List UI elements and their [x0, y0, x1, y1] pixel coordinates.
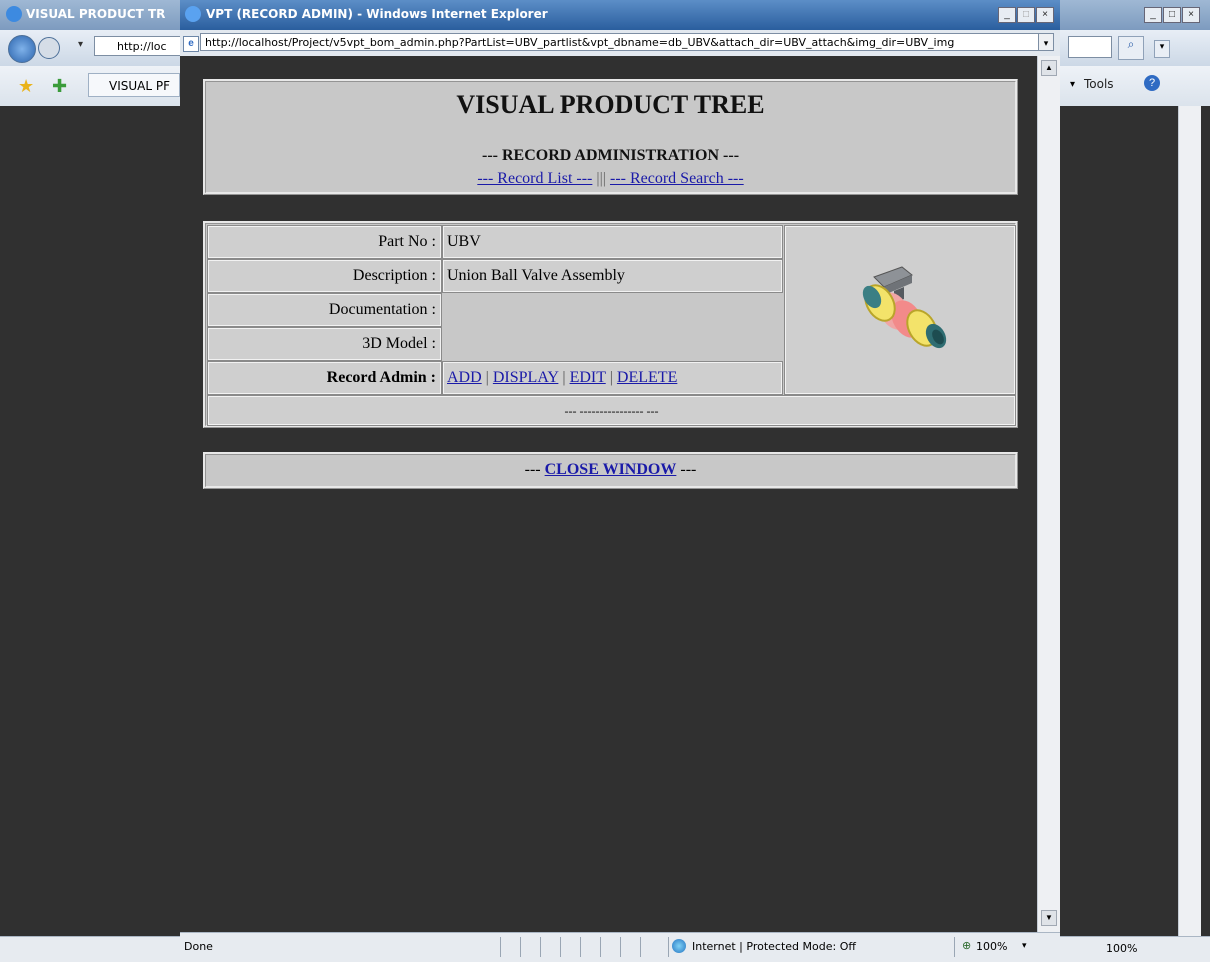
record-list-link[interactable]: --- Record List --- [477, 170, 592, 187]
popup-title-bar: VPT (RECORD ADMIN) - Windows Internet Ex… [180, 0, 1060, 30]
ie-logo-icon [185, 6, 201, 22]
part-no-label: Part No : [208, 226, 441, 258]
documentation-label: Documentation : [208, 294, 441, 326]
model-label: 3D Model : [208, 328, 441, 360]
popup-address-field[interactable]: http://localhost/Project/v5vpt_bom_admin… [200, 33, 1054, 51]
popup-window-title: VPT (RECORD ADMIN) - Windows Internet Ex… [206, 7, 548, 21]
maximize-button[interactable]: □ [1163, 7, 1181, 23]
ie-logo-icon [6, 6, 22, 22]
page-menu-arrow-icon[interactable]: ▾ [1070, 79, 1075, 90]
edit-link[interactable]: EDIT [570, 369, 606, 386]
description-value: Union Ball Valve Assembly [443, 260, 782, 292]
status-text: Done [184, 940, 213, 953]
internet-zone-icon [672, 939, 686, 953]
background-address-bar[interactable]: http://loc [94, 36, 194, 56]
background-tab[interactable]: VISUAL PF [88, 73, 180, 97]
tools-menu[interactable]: Tools [1084, 77, 1114, 91]
popup-browser-window: VPT (RECORD ADMIN) - Windows Internet Ex… [180, 0, 1060, 961]
union-ball-valve-image [852, 263, 952, 355]
back-arrow-icon[interactable] [8, 35, 36, 63]
close-suffix: --- [680, 461, 696, 478]
nav-separator: ||| [596, 170, 606, 187]
background-zoom-level[interactable]: 100% [1106, 942, 1137, 955]
record-admin-actions: ADD | DISPLAY | EDIT | DELETE [443, 362, 782, 394]
background-window-title: VISUAL PRODUCT TR [26, 7, 165, 21]
action-separator: | [486, 369, 489, 386]
part-no-value: UBV [443, 226, 782, 258]
record-footer: --- ---------------- --- [208, 396, 1015, 425]
action-separator: | [562, 369, 565, 386]
close-window-row: --- CLOSE WINDOW --- [206, 461, 1015, 479]
documentation-model-value [443, 294, 782, 360]
address-dropdown-icon[interactable]: ▾ [1038, 33, 1054, 51]
add-favorites-icon[interactable]: ✚ [52, 76, 67, 97]
zoom-dropdown-icon[interactable]: ▾ [1022, 940, 1027, 951]
page-title: VISUAL PRODUCT TREE [206, 90, 1015, 120]
header-nav-links: --- Record List --- ||| --- Record Searc… [206, 170, 1015, 188]
part-image-cell [785, 226, 1015, 394]
close-window-panel: --- CLOSE WINDOW --- [203, 452, 1018, 489]
search-icon[interactable]: ⌕ [1118, 36, 1144, 60]
popup-scrollbar[interactable]: ▲ ▼ [1037, 56, 1060, 932]
delete-link[interactable]: DELETE [617, 369, 677, 386]
display-link[interactable]: DISPLAY [493, 369, 559, 386]
popup-zoom-level[interactable]: 100% [976, 940, 1007, 953]
page-icon: e [183, 36, 199, 52]
minimize-button[interactable]: _ [998, 7, 1016, 23]
scroll-up-icon[interactable]: ▲ [1041, 60, 1057, 76]
description-label: Description : [208, 260, 441, 292]
maximize-button: □ [1017, 7, 1035, 23]
zoom-icon: ⊕ [962, 939, 971, 952]
scroll-down-icon[interactable]: ▼ [1041, 910, 1057, 926]
record-search-link[interactable]: --- Record Search --- [610, 170, 744, 187]
record-panel: Part No : UBV Description : Union Ball V… [203, 221, 1018, 428]
popup-status-bar: Done Internet | Protected Mode: Off ⊕ 10… [180, 932, 1060, 962]
security-zone-text[interactable]: Internet | Protected Mode: Off [692, 940, 856, 953]
action-separator: | [610, 369, 613, 386]
help-icon[interactable]: ? [1144, 75, 1160, 91]
close-prefix: --- [525, 461, 541, 478]
add-link[interactable]: ADD [447, 369, 482, 386]
forward-arrow-icon[interactable] [38, 37, 60, 59]
minimize-button[interactable]: _ [1144, 7, 1162, 23]
popup-page-content: VISUAL PRODUCT TREE --- RECORD ADMINISTR… [180, 56, 1037, 932]
search-options-icon[interactable]: ▾ [1154, 40, 1170, 58]
close-button[interactable]: × [1182, 7, 1200, 23]
favorites-star-icon[interactable]: ★ [18, 76, 34, 97]
background-search-field[interactable] [1068, 36, 1112, 58]
record-admin-label: Record Admin : [208, 362, 441, 394]
close-button[interactable]: × [1036, 7, 1054, 23]
background-scrollbar[interactable] [1178, 106, 1201, 936]
page-subtitle: --- RECORD ADMINISTRATION --- [206, 147, 1015, 165]
history-dropdown-icon[interactable]: ▾ [78, 39, 83, 50]
close-window-link[interactable]: CLOSE WINDOW [545, 461, 677, 478]
header-panel: VISUAL PRODUCT TREE --- RECORD ADMINISTR… [203, 79, 1018, 195]
